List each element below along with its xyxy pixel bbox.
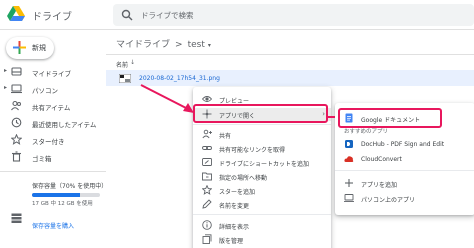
menu-divider <box>193 214 331 215</box>
annotation-highlight-open-with <box>193 104 328 123</box>
star-icon <box>202 185 212 195</box>
computer-icon <box>11 84 22 94</box>
sort-arrow-icon[interactable]: ↓ <box>130 59 135 66</box>
submenu-item-computer-apps[interactable]: パソコン上のアプリ <box>335 192 474 205</box>
cloudconvert-icon <box>344 156 354 162</box>
sidebar-item-starred[interactable]: スター付き <box>0 133 106 147</box>
sidebar-item-label: マイドライブ <box>32 70 71 78</box>
search-bar[interactable]: ドライブで検索 <box>113 4 474 26</box>
clock-icon <box>11 117 22 128</box>
submenu-item-label: DocHub - PDF Sign and Edit <box>361 141 445 148</box>
menu-item-label: 詳細を表示 <box>219 224 250 231</box>
trash-icon <box>12 151 21 162</box>
menu-item-move[interactable]: 指定の場所へ移動 <box>193 170 331 183</box>
search-icon[interactable] <box>121 9 133 21</box>
app-title: ドライブ <box>32 12 72 23</box>
sidebar-item-my-drive[interactable]: ▸ マイドライブ <box>0 65 106 79</box>
drive-window: ドライブ ドライブで検索 新規 ▸ マイドライブ ▸ パソコン 共有アイテム 最… <box>0 0 474 248</box>
sidebar-item-label: スター付き <box>32 138 65 146</box>
menu-item-details[interactable]: 詳細を表示 <box>193 219 331 232</box>
breadcrumb-current[interactable]: test <box>188 40 205 50</box>
chevron-down-icon[interactable]: ▾ <box>208 42 211 49</box>
suggested-apps-heading: おすすめのアプリ <box>344 129 389 135</box>
file-row[interactable]: 2020-08-02_17h54_31.png <box>106 70 474 86</box>
sidebar-divider <box>0 171 106 172</box>
new-button-label: 新規 <box>32 44 46 52</box>
menu-item-label: 名前を変更 <box>219 203 250 210</box>
dochub-icon <box>345 140 353 148</box>
sidebar: 新規 ▸ マイドライブ ▸ パソコン 共有アイテム 最近使用したアイテム スター… <box>0 31 108 248</box>
menu-item-label: 指定の場所へ移動 <box>219 175 268 182</box>
menu-item-share[interactable]: 共有 <box>193 128 331 141</box>
expand-icon[interactable]: ▸ <box>4 84 7 91</box>
menu-item-manage-versions[interactable]: 版を管理 <box>193 233 331 246</box>
storage-progress-bar <box>32 193 100 197</box>
sidebar-item-label: 最近使用したアイテム <box>32 121 97 129</box>
image-file-icon <box>119 74 131 83</box>
storage-label: 保存容量（70% を使用中） <box>32 183 108 190</box>
pencil-icon <box>202 199 212 209</box>
plus-icon <box>13 41 26 54</box>
storage-icon <box>11 213 22 223</box>
menu-divider <box>193 124 331 125</box>
sidebar-item-computers[interactable]: ▸ パソコン <box>0 82 106 96</box>
submenu-item-add-app[interactable]: アプリを追加 <box>335 177 474 190</box>
menu-item-label: 共有 <box>219 133 232 140</box>
shared-icon <box>11 100 21 111</box>
drive-logo-icon[interactable] <box>7 6 25 22</box>
submenu-item-cloudconvert[interactable]: CloudConvert <box>335 153 474 166</box>
sidebar-item-label: パソコン <box>32 87 58 95</box>
header-divider <box>106 54 474 55</box>
breadcrumb: マイドライブ > test ▾ <box>116 37 211 50</box>
person-add-icon <box>202 129 212 139</box>
sidebar-item-label: 共有アイテム <box>32 104 71 112</box>
menu-item-add-star[interactable]: スターを追加 <box>193 184 331 197</box>
link-icon <box>202 146 212 150</box>
sidebar-item-trash[interactable]: ゴミ箱 <box>0 150 106 164</box>
menu-item-rename[interactable]: 名前を変更 <box>193 198 331 211</box>
submenu-item-dochub[interactable]: DocHub - PDF Sign and Edit <box>335 138 474 151</box>
menu-item-get-link[interactable]: 共有可能なリンクを取得 <box>193 142 331 155</box>
sidebar-item-recent[interactable]: 最近使用したアイテム <box>0 116 106 130</box>
folder-move-icon <box>202 172 212 181</box>
my-drive-icon <box>11 67 22 76</box>
sidebar-item-label: ゴミ箱 <box>32 155 52 163</box>
breadcrumb-separator: > <box>175 40 183 50</box>
menu-item-label: スターを追加 <box>219 189 256 196</box>
storage-progress-fill <box>32 193 80 197</box>
search-input[interactable]: ドライブで検索 <box>141 10 194 21</box>
expand-icon[interactable]: ▸ <box>4 67 7 74</box>
history-icon <box>202 234 212 244</box>
submenu-item-label: パソコン上のアプリ <box>361 197 416 204</box>
star-icon <box>11 134 22 145</box>
submenu-divider <box>335 170 474 171</box>
submenu-item-label: アプリを追加 <box>361 182 398 189</box>
top-bar: ドライブ ドライブで検索 <box>0 0 474 30</box>
sidebar-item-shared[interactable]: 共有アイテム <box>0 99 106 113</box>
annotation-highlight-google-docs <box>338 108 442 128</box>
submenu-item-label: CloudConvert <box>361 156 402 163</box>
breadcrumb-root[interactable]: マイドライブ <box>116 37 170 50</box>
plus-icon <box>345 179 353 187</box>
info-icon <box>202 220 212 230</box>
menu-item-label: ドライブにショートカットを追加 <box>219 161 310 168</box>
storage-detail: 17 GB 中 12 GB を使用 <box>32 201 93 207</box>
eye-icon <box>202 96 212 102</box>
menu-item-label: 共有可能なリンクを取得 <box>219 147 286 154</box>
shortcut-icon <box>202 158 212 166</box>
file-name[interactable]: 2020-08-02_17h54_31.png <box>139 75 220 82</box>
column-header-name[interactable]: 名前 <box>116 60 128 69</box>
menu-item-label: 版を管理 <box>219 238 244 245</box>
buy-storage-link[interactable]: 保存容量を購入 <box>32 221 74 230</box>
new-button[interactable]: 新規 <box>6 37 54 59</box>
computer-icon <box>344 194 354 202</box>
menu-item-add-shortcut[interactable]: ドライブにショートカットを追加 <box>193 156 331 169</box>
